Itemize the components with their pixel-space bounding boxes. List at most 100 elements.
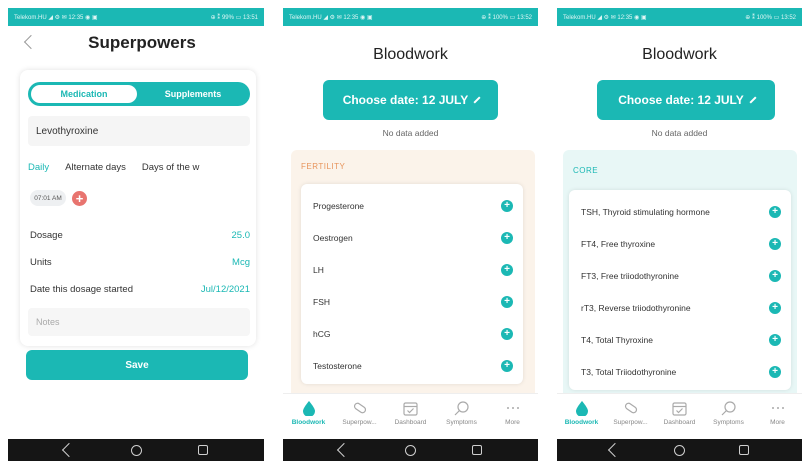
add-icon[interactable]: + xyxy=(501,232,513,244)
list-item[interactable]: TSH, Thyroid stimulating hormone + xyxy=(581,204,781,220)
frequency-alternate-days[interactable]: Alternate days xyxy=(65,158,126,178)
system-nav-bar xyxy=(8,439,264,461)
add-icon[interactable]: + xyxy=(769,238,781,250)
save-button[interactable]: Save xyxy=(26,350,248,380)
nav-back-icon[interactable] xyxy=(336,442,351,458)
add-icon[interactable]: + xyxy=(769,206,781,218)
tab-label: Symptoms xyxy=(446,419,477,426)
header: Superpowers xyxy=(8,26,264,60)
frequency-daily[interactable]: Daily xyxy=(28,158,49,178)
nav-recents-icon[interactable] xyxy=(197,444,209,456)
list-item[interactable]: Oestrogen + xyxy=(313,230,513,246)
magnifier-icon xyxy=(721,400,737,416)
add-icon[interactable]: + xyxy=(769,334,781,346)
tab-symptoms[interactable]: Symptoms xyxy=(438,400,486,426)
page-title: Superpowers xyxy=(88,33,196,52)
no-data-text: No data added xyxy=(382,128,439,138)
pencil-icon xyxy=(749,96,757,104)
nav-back-icon[interactable] xyxy=(61,442,77,458)
list-item[interactable]: T3, Total Triiodothyronine + xyxy=(581,364,781,380)
list-item[interactable]: hCG + xyxy=(313,326,513,342)
list-item-label: T3, Total Triiodothyronine xyxy=(581,367,677,377)
tab-dashboard[interactable]: Dashboard xyxy=(387,400,435,426)
choose-date-button[interactable]: Choose date: 12 JULY xyxy=(597,80,775,120)
list-item[interactable]: LH + xyxy=(313,262,513,278)
medication-name-field[interactable]: Levothyroxine xyxy=(28,116,250,146)
list-item[interactable]: FT3, Free triiodothyronine + xyxy=(581,268,781,284)
section-label: CORE xyxy=(573,166,599,175)
list-item-label: Testosterone xyxy=(313,361,362,371)
tab-bloodwork[interactable]: Bloodwork xyxy=(558,400,606,426)
add-icon[interactable]: + xyxy=(501,360,513,372)
list-item-label: FSH xyxy=(313,297,330,307)
list-item-label: T4, Total Thyroxine xyxy=(581,335,653,345)
magnifier-icon xyxy=(454,400,470,416)
status-left: Telekom.HU ◢ ⚙ ✉ 12:35 ◉ ▣ xyxy=(563,14,647,21)
tab-medication[interactable]: Medication xyxy=(31,85,137,103)
list-item-label: hCG xyxy=(313,329,331,339)
tab-label: More xyxy=(770,419,785,426)
start-date-label: Date this dosage started xyxy=(30,284,133,295)
status-bar: Telekom.HU ◢ ⚙ ✉ 12:35 ◉ ▣ ⊕ ⁑ 100% ▭ 13… xyxy=(283,8,538,26)
list-item[interactable]: FSH + xyxy=(313,294,513,310)
list-item-label: Oestrogen xyxy=(313,233,353,243)
list-item-label: FT3, Free triiodothyronine xyxy=(581,271,679,281)
fertility-section: FERTILITY Progesterone + Oestrogen + LH + F… xyxy=(291,150,535,400)
time-row: 07:01 AM + xyxy=(30,190,87,206)
calendar-icon xyxy=(672,400,688,416)
bottom-tab-bar: Bloodwork Superpow... Dashboard Symptoms… xyxy=(283,393,538,439)
frequency-days-of-week[interactable]: Days of the w xyxy=(142,158,200,178)
tab-bloodwork[interactable]: Bloodwork xyxy=(285,400,333,426)
nav-recents-icon[interactable] xyxy=(738,444,750,456)
add-icon[interactable]: + xyxy=(769,302,781,314)
calendar-icon xyxy=(403,400,419,416)
tab-symptoms[interactable]: Symptoms xyxy=(705,400,753,426)
status-right: ⊕ ⁑ 99% ▭ 13:51 xyxy=(210,14,258,21)
time-chip[interactable]: 07:01 AM xyxy=(30,190,66,206)
tab-more[interactable]: More xyxy=(754,400,802,426)
page-title: Bloodwork xyxy=(373,46,448,63)
superpowers-screen: Telekom.HU ◢ ⚙ ✉ 12:35 ◉ ▣ ⊕ ⁑ 99% ▭ 13:… xyxy=(8,8,264,461)
list-item[interactable]: T4, Total Thyroxine + xyxy=(581,332,781,348)
tab-superpowers[interactable]: Superpow... xyxy=(607,400,655,426)
nav-home-icon[interactable] xyxy=(674,444,686,456)
start-date-row[interactable]: Date this dosage started Jul/12/2021 xyxy=(30,284,250,300)
units-value: Mcg xyxy=(232,257,250,268)
add-icon[interactable]: + xyxy=(501,296,513,308)
list-item[interactable]: Progesterone + xyxy=(313,198,513,214)
dosage-row[interactable]: Dosage 25.0 xyxy=(30,230,250,246)
list-item[interactable]: Testosterone + xyxy=(313,358,513,374)
nav-back-icon[interactable] xyxy=(608,442,623,458)
nav-home-icon[interactable] xyxy=(405,444,417,456)
drop-icon xyxy=(574,400,590,416)
page-title: Bloodwork xyxy=(642,46,717,63)
list-item-label: Progesterone xyxy=(313,201,365,211)
tab-label: More xyxy=(505,419,520,426)
pill-icon xyxy=(623,400,639,416)
drop-icon xyxy=(301,400,317,416)
list-item[interactable]: rT3, Reverse triiodothyronine + xyxy=(581,300,781,316)
nav-home-icon[interactable] xyxy=(130,444,142,456)
add-icon[interactable]: + xyxy=(501,264,513,276)
add-icon[interactable]: + xyxy=(769,366,781,378)
add-icon[interactable]: + xyxy=(769,270,781,282)
add-icon[interactable]: + xyxy=(501,200,513,212)
add-time-icon[interactable]: + xyxy=(72,190,87,206)
choose-date-button[interactable]: Choose date: 12 JULY xyxy=(323,80,498,120)
list-item-label: LH xyxy=(313,265,324,275)
units-row[interactable]: Units Mcg xyxy=(30,257,250,273)
notes-field[interactable]: Notes xyxy=(28,308,250,336)
pill-icon xyxy=(352,400,368,416)
add-icon[interactable]: + xyxy=(501,328,513,340)
tab-label: Dashboard xyxy=(663,419,696,426)
status-bar: Telekom.HU ◢ ⚙ ✉ 12:35 ◉ ▣ ⊕ ⁑ 100% ▭ 13… xyxy=(557,8,802,26)
units-label: Units xyxy=(30,257,52,268)
nav-recents-icon[interactable] xyxy=(471,444,483,456)
tab-more[interactable]: More xyxy=(489,400,537,426)
list-item[interactable]: FT4, Free thyroxine + xyxy=(581,236,781,252)
pencil-icon xyxy=(473,96,481,104)
tab-dashboard[interactable]: Dashboard xyxy=(656,400,704,426)
frequency-options: Daily Alternate days Days of the w xyxy=(28,158,258,178)
tab-superpowers[interactable]: Superpow... xyxy=(336,400,384,426)
tab-supplements[interactable]: Supplements xyxy=(140,85,246,103)
